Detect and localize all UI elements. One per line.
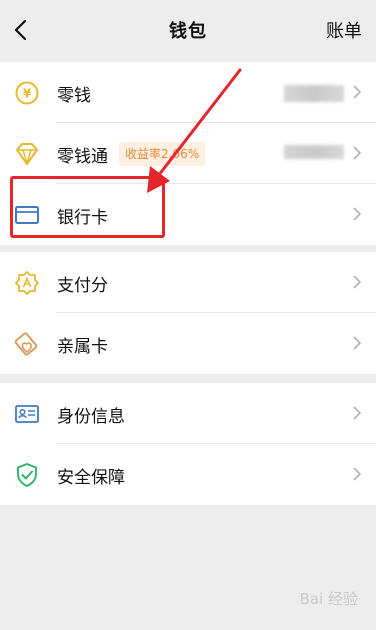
list-item-family-card[interactable]: 亲属卡: [0, 313, 376, 374]
yield-badge: 收益率2.06%: [119, 142, 206, 166]
list-item-label: 支付分: [57, 276, 108, 296]
chevron-right-icon: [353, 336, 362, 350]
list-item-label: 零钱通: [57, 147, 108, 167]
watermark: Bai 经验: [299, 590, 358, 608]
id-card-icon: [15, 405, 39, 423]
list-item-label: 亲属卡: [57, 337, 108, 357]
chevron-right-icon: [353, 146, 362, 160]
shield-check-icon: [17, 463, 37, 487]
chevron-right-icon: [353, 406, 362, 420]
chevron-right-icon: [353, 207, 362, 221]
diamond-icon: [16, 143, 38, 166]
list-item-label: 零钱: [57, 86, 91, 106]
list-item-label: 安全保障: [57, 468, 125, 488]
svg-text:¥: ¥: [23, 87, 32, 101]
annotation-highlight-box: [10, 176, 165, 238]
navigation-bar: 钱包 账单: [0, 0, 376, 62]
list-item-change[interactable]: ¥ 零钱: [0, 62, 376, 123]
chevron-right-icon: [353, 467, 362, 481]
list-item-security[interactable]: 安全保障: [0, 444, 376, 505]
pay-score-icon: [15, 271, 39, 295]
chevron-right-icon: [353, 85, 362, 99]
wallet-section-security: 身份信息 安全保障: [0, 383, 376, 505]
list-item-pay-score[interactable]: 支付分: [0, 252, 376, 313]
yuan-coin-icon: ¥: [15, 81, 39, 105]
list-item-label: 身份信息: [57, 407, 125, 427]
page-title: 钱包: [169, 21, 207, 42]
balance-redacted: [284, 145, 344, 159]
list-item-identity[interactable]: 身份信息: [0, 383, 376, 444]
family-card-icon: [14, 332, 38, 356]
bill-button[interactable]: 账单: [326, 17, 362, 43]
wallet-section-services: 支付分 亲属卡: [0, 252, 376, 374]
list-item-lingqiantong[interactable]: 零钱通 收益率2.06%: [0, 123, 376, 184]
chevron-right-icon: [353, 275, 362, 289]
balance-redacted: [284, 85, 344, 102]
